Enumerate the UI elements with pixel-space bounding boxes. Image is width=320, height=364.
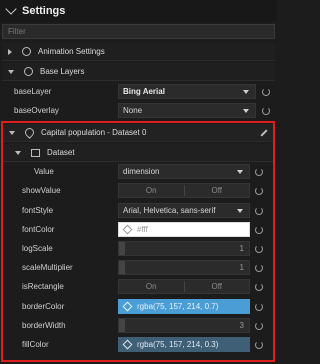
section-animation-settings[interactable]: Animation Settings bbox=[2, 43, 275, 61]
show-value-toggle[interactable]: On Off bbox=[118, 183, 250, 198]
section-dataset[interactable]: Dataset bbox=[3, 144, 273, 162]
select-value: Arial, Helvetica, sans-serif bbox=[123, 206, 216, 215]
select-value: Bing Aerial bbox=[123, 87, 165, 96]
row-border-width: borderWidth 3 bbox=[16, 317, 275, 334]
log-scale-slider[interactable]: 1 bbox=[118, 241, 250, 256]
row-fill-color: fillColor rgba(75, 157, 214, 0.3) bbox=[16, 336, 275, 353]
toggle-on[interactable]: On bbox=[119, 184, 184, 197]
row-show-value: showValue On Off bbox=[16, 182, 275, 199]
section-label: Base Layers bbox=[40, 67, 85, 76]
panel-title: Settings bbox=[22, 5, 66, 17]
caret-down-icon bbox=[15, 150, 21, 155]
section-label: Dataset bbox=[47, 148, 75, 157]
reset-icon[interactable] bbox=[262, 107, 270, 115]
pin-icon bbox=[23, 126, 36, 139]
font-style-select[interactable]: Arial, Helvetica, sans-serif bbox=[118, 203, 250, 218]
row-label: Value bbox=[34, 167, 54, 176]
slider-fill bbox=[119, 319, 125, 332]
reset-icon[interactable] bbox=[255, 168, 263, 176]
toggle-off[interactable]: Off bbox=[185, 280, 250, 293]
slider-value: 3 bbox=[239, 321, 244, 330]
slider-value: 1 bbox=[239, 244, 244, 253]
row-label: fillColor bbox=[22, 340, 49, 349]
color-picker-icon[interactable] bbox=[122, 301, 133, 312]
row-label: borderColor bbox=[22, 302, 65, 311]
row-label: isRectangle bbox=[22, 282, 64, 291]
reset-icon[interactable] bbox=[255, 264, 263, 272]
clock-icon bbox=[22, 47, 31, 56]
scale-multiplier-slider[interactable]: 1 bbox=[118, 260, 250, 275]
title-bar: Settings bbox=[0, 0, 277, 22]
row-label: baseOverlay bbox=[14, 106, 59, 115]
chevron-left-icon[interactable] bbox=[5, 3, 17, 15]
row-font-color: fontColor #fff bbox=[16, 221, 275, 238]
row-is-rectangle: isRectangle On Off bbox=[16, 278, 275, 295]
row-log-scale: logScale 1 bbox=[16, 240, 275, 257]
row-label: borderWidth bbox=[22, 321, 66, 330]
row-label: scaleMultiplier bbox=[22, 263, 73, 272]
caret-right-icon bbox=[8, 48, 12, 55]
select-value: None bbox=[123, 106, 143, 115]
toggle-off[interactable]: Off bbox=[185, 184, 250, 197]
chevron-down-icon bbox=[243, 90, 249, 94]
base-overlay-select[interactable]: None bbox=[118, 103, 256, 118]
row-base-overlay: baseOverlay None bbox=[8, 102, 275, 119]
filter-input[interactable]: Filter bbox=[2, 24, 275, 39]
slider-value: 1 bbox=[239, 263, 244, 272]
reset-icon[interactable] bbox=[255, 226, 263, 234]
caret-down-icon bbox=[9, 130, 15, 135]
chevron-down-icon bbox=[237, 170, 243, 174]
row-base-layer: baseLayer Bing Aerial bbox=[8, 83, 275, 100]
chevron-down-icon bbox=[237, 209, 243, 213]
slider-fill bbox=[119, 242, 125, 255]
slider-fill bbox=[119, 261, 125, 274]
row-label: fontStyle bbox=[22, 206, 54, 215]
is-rectangle-toggle[interactable]: On Off bbox=[118, 279, 250, 294]
row-label: fontColor bbox=[22, 225, 55, 234]
reset-icon[interactable] bbox=[262, 88, 270, 96]
section-capital-population[interactable]: Capital population - Dataset 0 bbox=[3, 124, 273, 142]
reset-icon[interactable] bbox=[255, 187, 263, 195]
select-value: dimension bbox=[123, 167, 160, 176]
section-base-layers[interactable]: Base Layers bbox=[2, 63, 275, 81]
toggle-on[interactable]: On bbox=[119, 280, 184, 293]
row-border-color: borderColor rgba(75, 157, 214, 0.7) bbox=[16, 298, 275, 315]
row-label: showValue bbox=[22, 186, 61, 195]
reset-icon[interactable] bbox=[255, 341, 263, 349]
fill-color-input[interactable]: rgba(75, 157, 214, 0.3) bbox=[118, 337, 250, 352]
base-layer-select[interactable]: Bing Aerial bbox=[118, 84, 256, 99]
row-font-style: fontStyle Arial, Helvetica, sans-serif bbox=[16, 202, 275, 219]
reset-icon[interactable] bbox=[255, 303, 263, 311]
section-label: Animation Settings bbox=[38, 47, 105, 56]
color-value: rgba(75, 157, 214, 0.3) bbox=[137, 340, 219, 349]
row-value: Value dimension bbox=[16, 163, 275, 180]
value-select[interactable]: dimension bbox=[118, 164, 250, 179]
color-value: #fff bbox=[137, 225, 148, 234]
caret-down-icon bbox=[8, 69, 14, 74]
row-label: baseLayer bbox=[14, 87, 52, 96]
section-label: Capital population - Dataset 0 bbox=[41, 128, 147, 137]
font-color-input[interactable]: #fff bbox=[118, 222, 250, 237]
globe-icon bbox=[24, 67, 33, 76]
color-value: rgba(75, 157, 214, 0.7) bbox=[137, 302, 219, 311]
row-scale-multiplier: scaleMultiplier 1 bbox=[16, 259, 275, 276]
reset-icon[interactable] bbox=[255, 322, 263, 330]
color-picker-icon[interactable] bbox=[122, 339, 133, 350]
border-color-input[interactable]: rgba(75, 157, 214, 0.7) bbox=[118, 299, 250, 314]
pencil-icon[interactable] bbox=[260, 129, 268, 137]
chevron-down-icon bbox=[243, 109, 249, 113]
color-picker-icon[interactable] bbox=[122, 224, 133, 235]
reset-icon[interactable] bbox=[255, 207, 263, 215]
reset-icon[interactable] bbox=[255, 283, 263, 291]
border-width-slider[interactable]: 3 bbox=[118, 318, 250, 333]
table-icon bbox=[31, 148, 40, 157]
reset-icon[interactable] bbox=[255, 245, 263, 253]
row-label: logScale bbox=[22, 244, 53, 253]
